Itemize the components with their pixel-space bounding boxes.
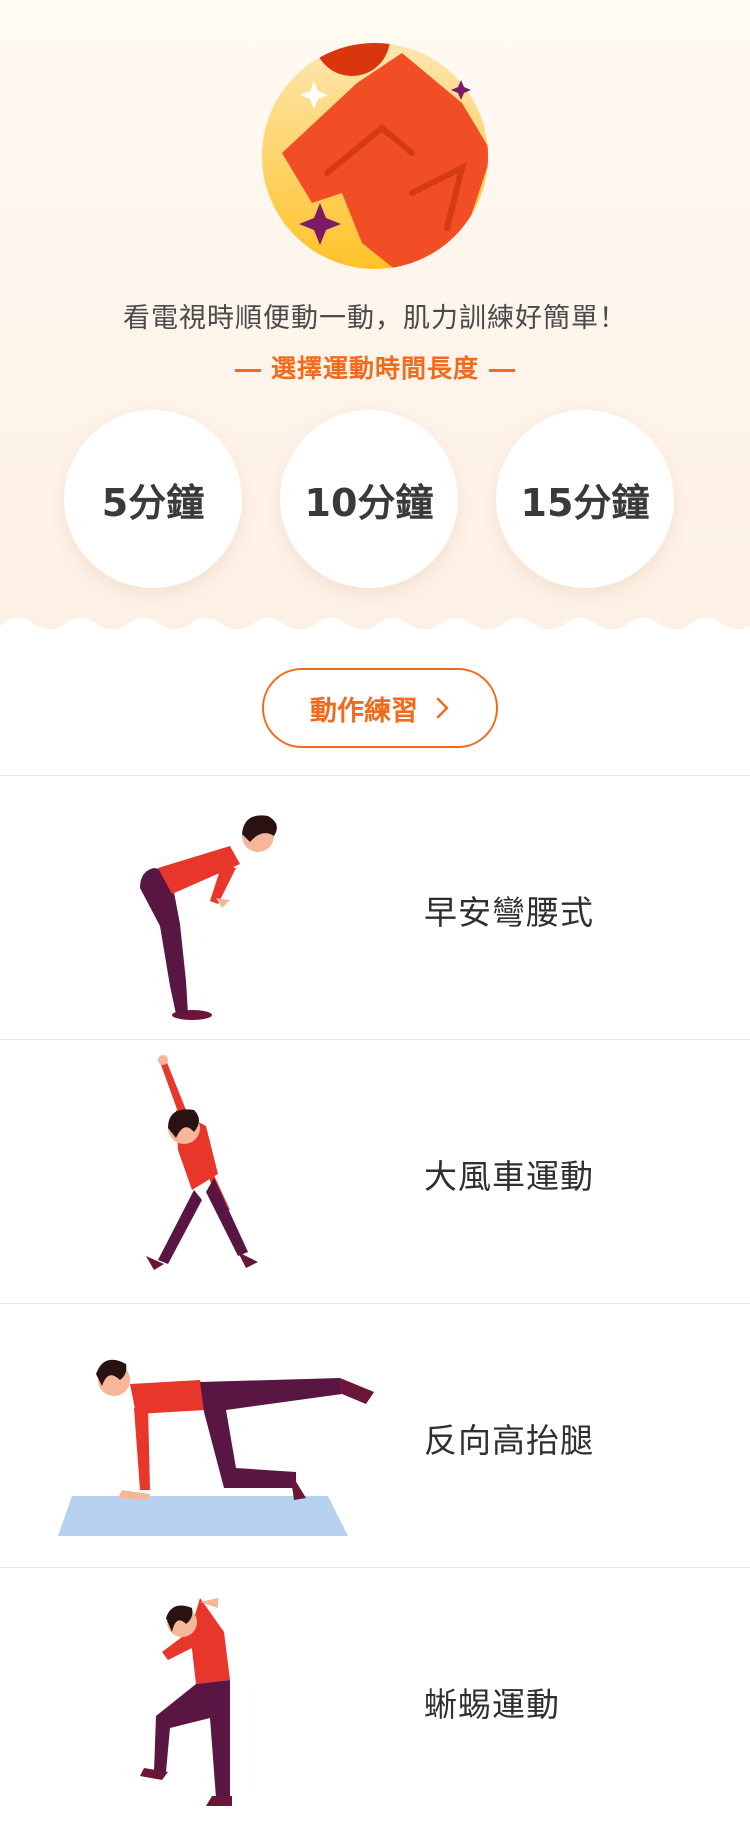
subtitle-dash-right [489,368,515,372]
practice-button-label: 動作練習 [310,695,418,727]
exercise-name: 蜥蜴運動 [424,1685,560,1724]
good-morning-pose-icon [140,815,277,1020]
exercise-item-windmill[interactable]: 大風車運動 [0,1039,750,1303]
windmill-pose-icon [146,1055,258,1270]
exercise-item-reverse-leg-lift[interactable]: 反向高抬腿 [0,1303,750,1567]
duration-subtitle: 選擇運動時間長度 [0,349,750,385]
chevron-right-icon [436,697,449,719]
duration-10min-button[interactable]: 10分鐘 [280,410,458,588]
subtitle-dash-left [234,368,261,372]
tagline: 看電視時順便動一動，肌力訓練好簡單！ [123,303,627,334]
hero-section: 看電視時順便動一動，肌力訓練好簡單！ 選擇運動時間長度 5分鐘 10分鐘 15分… [0,0,750,646]
lizard-pose-icon [140,1598,232,1806]
subtitle-text: 選擇運動時間長度 [270,354,479,383]
exercise-item-good-morning[interactable]: 早安彎腰式 [0,775,750,1039]
exercise-name: 大風車運動 [424,1157,594,1196]
reverse-leg-lift-pose-icon [58,1359,374,1536]
wave-divider [0,617,750,646]
duration-15min-button[interactable]: 15分鐘 [496,410,674,588]
practice-button[interactable]: 動作練習 [262,668,498,748]
duration-5min-button[interactable]: 5分鐘 [64,410,242,588]
exercise-badge-icon [262,43,488,269]
duration-options: 5分鐘 10分鐘 15分鐘 [0,410,750,590]
exercise-name: 早安彎腰式 [424,893,594,932]
exercise-item-lizard[interactable]: 蜥蜴運動 [0,1567,750,1831]
exercise-name: 反向高抬腿 [424,1421,594,1460]
